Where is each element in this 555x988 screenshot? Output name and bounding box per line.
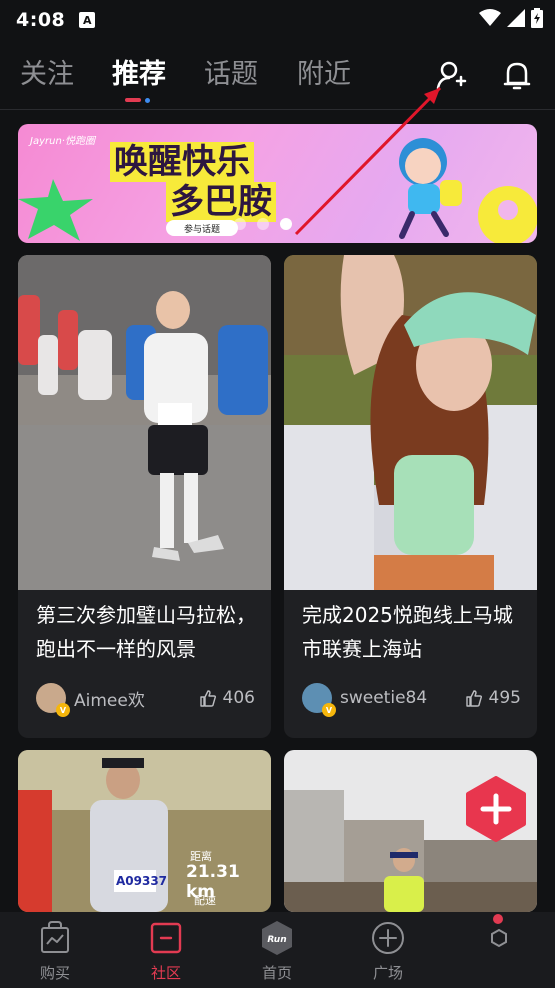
community-icon	[150, 922, 182, 954]
bell-icon[interactable]	[500, 58, 534, 92]
nav-item-square[interactable]: 广场	[348, 912, 428, 988]
green-shape-decoration	[18, 179, 93, 241]
tab-topics[interactable]: 话题	[204, 52, 258, 91]
author-name: sweetie84	[340, 688, 428, 708]
notification-icon: A	[79, 12, 96, 28]
svg-text:Run: Run	[267, 935, 286, 945]
status-time: 4:08	[16, 9, 66, 31]
banner-pagination	[234, 218, 292, 230]
thumbs-up-icon	[199, 690, 216, 707]
run-logo-icon: Run	[262, 921, 292, 955]
like-count: 495	[488, 688, 521, 708]
thumbs-up-icon	[465, 690, 482, 707]
post-title: 完成2025悦跑线上马城市联赛上海站	[302, 603, 513, 661]
promo-banner[interactable]: Jayrun·悦跑圈 唤醒快乐 多巴胺 参与话题	[18, 124, 537, 243]
status-icons	[479, 8, 543, 28]
signal-icon	[507, 9, 525, 27]
join-topic-button[interactable]: 参与话题	[166, 220, 238, 236]
notification-dot	[493, 914, 503, 924]
status-bar: 4:08 A	[0, 0, 555, 40]
post-title: 第三次参加璧山马拉松，跑出不一样的风景	[36, 603, 256, 661]
overlay-pace-label: 配速	[194, 894, 216, 907]
post-image	[284, 255, 537, 590]
like-button[interactable]: 495	[465, 688, 521, 708]
author-name: Aimee欢	[74, 690, 145, 711]
avatar: V	[36, 683, 70, 717]
verified-badge-icon: V	[322, 703, 336, 717]
bottom-nav: 购买 社区 Run 首页 广场	[0, 912, 555, 988]
annotation-arrow	[294, 86, 442, 236]
verified-badge-icon: V	[56, 703, 70, 717]
nav-label: 购买	[39, 964, 70, 982]
create-post-button[interactable]	[464, 776, 528, 842]
post-image	[18, 255, 271, 590]
profile-icon	[491, 928, 507, 948]
nav-item-home[interactable]: Run 首页	[237, 912, 317, 988]
feed-card[interactable]: 距离 21.31 km 配速 A09337	[18, 750, 271, 912]
wifi-icon	[479, 9, 501, 26]
tab-recommend[interactable]: 推荐	[112, 52, 166, 91]
battery-icon	[531, 8, 543, 28]
post-author[interactable]: V Aimee欢	[36, 683, 145, 717]
active-tab-indicator	[125, 98, 141, 102]
nav-label: 社区	[150, 964, 181, 982]
top-nav: 关注 推荐 话题 附近	[0, 46, 555, 106]
nav-label: 首页	[261, 964, 292, 982]
tab-follow[interactable]: 关注	[20, 52, 74, 91]
nav-item-community[interactable]: 社区	[126, 912, 206, 988]
nav-item-shop[interactable]: 购买	[15, 912, 95, 988]
header-divider	[0, 109, 555, 110]
feed-card[interactable]: 第三次参加璧山马拉松，跑出不一样的风景 V Aimee欢 406	[18, 255, 271, 738]
banner-brand: Jayrun·悦跑圈	[30, 136, 95, 147]
indicator-dot	[145, 98, 150, 103]
nav-label: 广场	[372, 964, 403, 982]
banner-title: 唤醒快乐 多巴胺	[110, 142, 276, 222]
shopping-bag-icon	[41, 921, 69, 953]
like-count: 406	[222, 688, 255, 708]
bib-number: A09337	[116, 874, 168, 888]
avatar: V	[302, 683, 336, 717]
like-button[interactable]: 406	[199, 688, 255, 708]
plus-circle-icon	[372, 922, 404, 954]
nav-item-profile[interactable]	[459, 912, 539, 988]
pagination-dot	[234, 218, 246, 230]
post-author[interactable]: V sweetie84	[302, 683, 428, 717]
pagination-dot	[257, 218, 269, 230]
feed-card[interactable]: 完成2025悦跑线上马城市联赛上海站 V sweetie84 495	[284, 255, 537, 738]
